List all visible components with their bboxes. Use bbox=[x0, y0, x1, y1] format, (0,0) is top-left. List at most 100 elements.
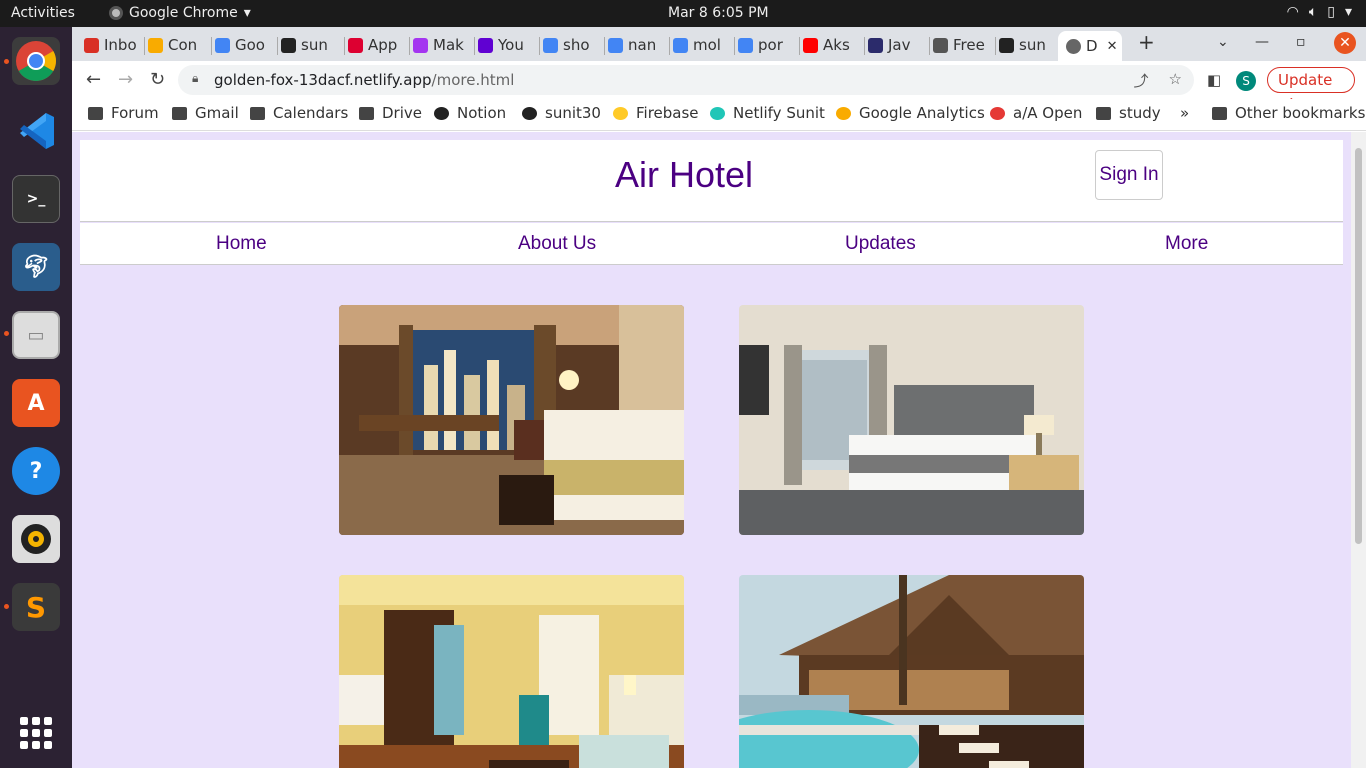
bookmark-item[interactable]: a/A Open bbox=[990, 104, 1082, 122]
system-top-bar: Activities Google Chrome ▾ Mar 8 6:05 PM… bbox=[0, 0, 1366, 27]
hotel-room-city-view-image bbox=[339, 305, 684, 535]
side-panel-icon[interactable]: ◧ bbox=[1207, 71, 1221, 89]
browser-tab[interactable]: You bbox=[478, 31, 536, 59]
update-button[interactable]: Update ⋮ bbox=[1267, 67, 1355, 113]
bookmark-item[interactable]: study bbox=[1096, 104, 1161, 122]
app-menu[interactable]: Google Chrome ▾ bbox=[109, 5, 251, 21]
tab-label: por bbox=[758, 36, 783, 54]
chrome-dock-icon[interactable] bbox=[12, 37, 60, 85]
help-dock-icon[interactable]: ? bbox=[12, 447, 60, 495]
rhythmbox-dock-icon[interactable] bbox=[12, 515, 60, 563]
nav-link-more[interactable]: More bbox=[1165, 233, 1208, 255]
page-scrollbar[interactable] bbox=[1351, 132, 1366, 768]
reload-icon[interactable]: ↻ bbox=[150, 69, 165, 90]
bookmarks-overflow-icon[interactable]: » bbox=[1180, 104, 1189, 122]
running-indicator bbox=[4, 604, 9, 609]
tab-label: Inbo bbox=[104, 36, 137, 54]
terminal-dock-icon[interactable]: >_ bbox=[12, 175, 60, 223]
active-browser-tab[interactable]: D ✕ bbox=[1058, 31, 1122, 61]
tab-label: sun bbox=[301, 36, 328, 54]
bookmark-item[interactable]: Forum bbox=[88, 104, 159, 122]
software-center-dock-icon[interactable]: A bbox=[12, 379, 60, 427]
browser-tab[interactable]: sun bbox=[281, 31, 339, 59]
share-icon[interactable]: ⤴ bbox=[1134, 70, 1149, 91]
browser-tab[interactable]: sun bbox=[999, 31, 1057, 59]
bookmark-star-icon[interactable]: ☆ bbox=[1169, 70, 1182, 91]
profile-avatar[interactable]: S bbox=[1236, 71, 1256, 91]
tab-label: Aks bbox=[823, 36, 850, 54]
url-host: golden-fox-13dacf.netlify.app bbox=[214, 71, 432, 89]
bookmark-item[interactable]: sunit30 bbox=[522, 104, 601, 122]
chevron-down-icon: ▾ bbox=[1344, 4, 1352, 20]
hotel-room-grey-headboard-image bbox=[739, 305, 1084, 535]
nav-link-home[interactable]: Home bbox=[216, 233, 267, 255]
browser-tab[interactable]: Con bbox=[148, 31, 206, 59]
browser-tab[interactable]: nan bbox=[608, 31, 666, 59]
activities-button[interactable]: Activities bbox=[11, 5, 75, 21]
bookmark-item[interactable]: Netlify Sunit bbox=[710, 104, 825, 122]
nav-link-updates[interactable]: Updates bbox=[845, 233, 916, 255]
address-bar[interactable]: 🔒︎ golden-fox-13dacf.netlify.app/more.ht… bbox=[178, 65, 1194, 95]
tab-label: Free bbox=[953, 36, 985, 54]
chrome-icon bbox=[16, 41, 56, 81]
bookmark-item[interactable]: Gmail bbox=[172, 104, 239, 122]
scrollbar-thumb[interactable] bbox=[1355, 148, 1362, 544]
shopping-bag-icon: A bbox=[27, 390, 45, 416]
nav-link-about-us[interactable]: About Us bbox=[518, 233, 596, 255]
tab-separator bbox=[277, 37, 278, 55]
browser-tab[interactable]: mol bbox=[673, 31, 731, 59]
mysql-workbench-dock-icon[interactable]: 🐬︎ bbox=[12, 243, 60, 291]
browser-tab[interactable]: por bbox=[738, 31, 796, 59]
running-indicator bbox=[4, 59, 9, 64]
docs-icon bbox=[215, 37, 230, 53]
browser-tab[interactable]: Jav bbox=[868, 31, 926, 59]
bookmark-item[interactable]: Google Analytics bbox=[836, 104, 985, 122]
bookmark-item[interactable]: Firebase bbox=[613, 104, 699, 122]
globe-icon bbox=[933, 37, 948, 53]
other-bookmarks[interactable]: Other bookmarks bbox=[1212, 104, 1365, 122]
browser-tab[interactable]: Mak bbox=[413, 31, 471, 59]
site-nav: Home About Us Updates More bbox=[80, 223, 1343, 265]
new-tab-icon[interactable]: + bbox=[1138, 30, 1155, 54]
close-tab-icon[interactable]: ✕ bbox=[1107, 39, 1118, 54]
tab-search-icon[interactable]: ⌄ bbox=[1217, 34, 1229, 50]
bookmark-item[interactable]: Drive bbox=[359, 104, 422, 122]
browser-tab[interactable]: Aks bbox=[803, 31, 861, 59]
sublime-icon: S bbox=[25, 590, 47, 624]
lock-icon: 🔒︎ bbox=[192, 71, 199, 85]
clock[interactable]: Mar 8 6:05 PM bbox=[668, 5, 769, 21]
firebase-icon bbox=[613, 106, 628, 120]
running-indicator bbox=[4, 331, 9, 336]
google-icon bbox=[608, 37, 623, 53]
tab-label: mol bbox=[693, 36, 721, 54]
tab-separator bbox=[864, 37, 865, 55]
close-window-icon[interactable]: ✕ bbox=[1334, 32, 1356, 54]
speaker-icon bbox=[21, 524, 51, 554]
sign-in-button[interactable]: Sign In bbox=[1095, 150, 1163, 200]
browser-tab[interactable]: sho bbox=[543, 31, 601, 59]
forward-icon[interactable]: → bbox=[118, 69, 133, 90]
folder-icon: ▭ bbox=[27, 324, 45, 346]
browser-tab[interactable]: Goo bbox=[215, 31, 273, 59]
bookmark-label: Netlify Sunit bbox=[733, 104, 825, 122]
bookmark-label: Forum bbox=[111, 104, 159, 122]
tab-strip: Inbo Con Goo sun App Mak You sho nan mol por Aks Jav… bbox=[72, 27, 1366, 61]
minimize-icon[interactable]: — bbox=[1255, 34, 1269, 50]
browser-tab[interactable]: App bbox=[348, 31, 406, 59]
browser-tab[interactable]: Inbo bbox=[84, 31, 142, 59]
browser-tab[interactable]: Free bbox=[933, 31, 991, 59]
bookmark-label: Gmail bbox=[195, 104, 239, 122]
battery-icon: ▯ bbox=[1327, 4, 1335, 20]
show-applications-icon[interactable] bbox=[20, 717, 52, 749]
bookmark-item[interactable]: Calendars bbox=[250, 104, 348, 122]
sublime-dock-icon[interactable]: S bbox=[12, 583, 60, 631]
vscode-dock-icon[interactable] bbox=[12, 107, 60, 155]
netlify-icon bbox=[710, 106, 725, 120]
notion-icon bbox=[434, 106, 449, 120]
back-icon[interactable]: ← bbox=[86, 69, 101, 90]
bookmark-item[interactable]: Notion bbox=[434, 104, 506, 122]
files-dock-icon[interactable]: ▭ bbox=[12, 311, 60, 359]
system-tray[interactable]: ◠ 🔈︎ ▯ ▾ bbox=[1287, 4, 1352, 20]
analytics-icon bbox=[836, 106, 851, 120]
maximize-icon[interactable]: ▫ bbox=[1296, 34, 1306, 50]
